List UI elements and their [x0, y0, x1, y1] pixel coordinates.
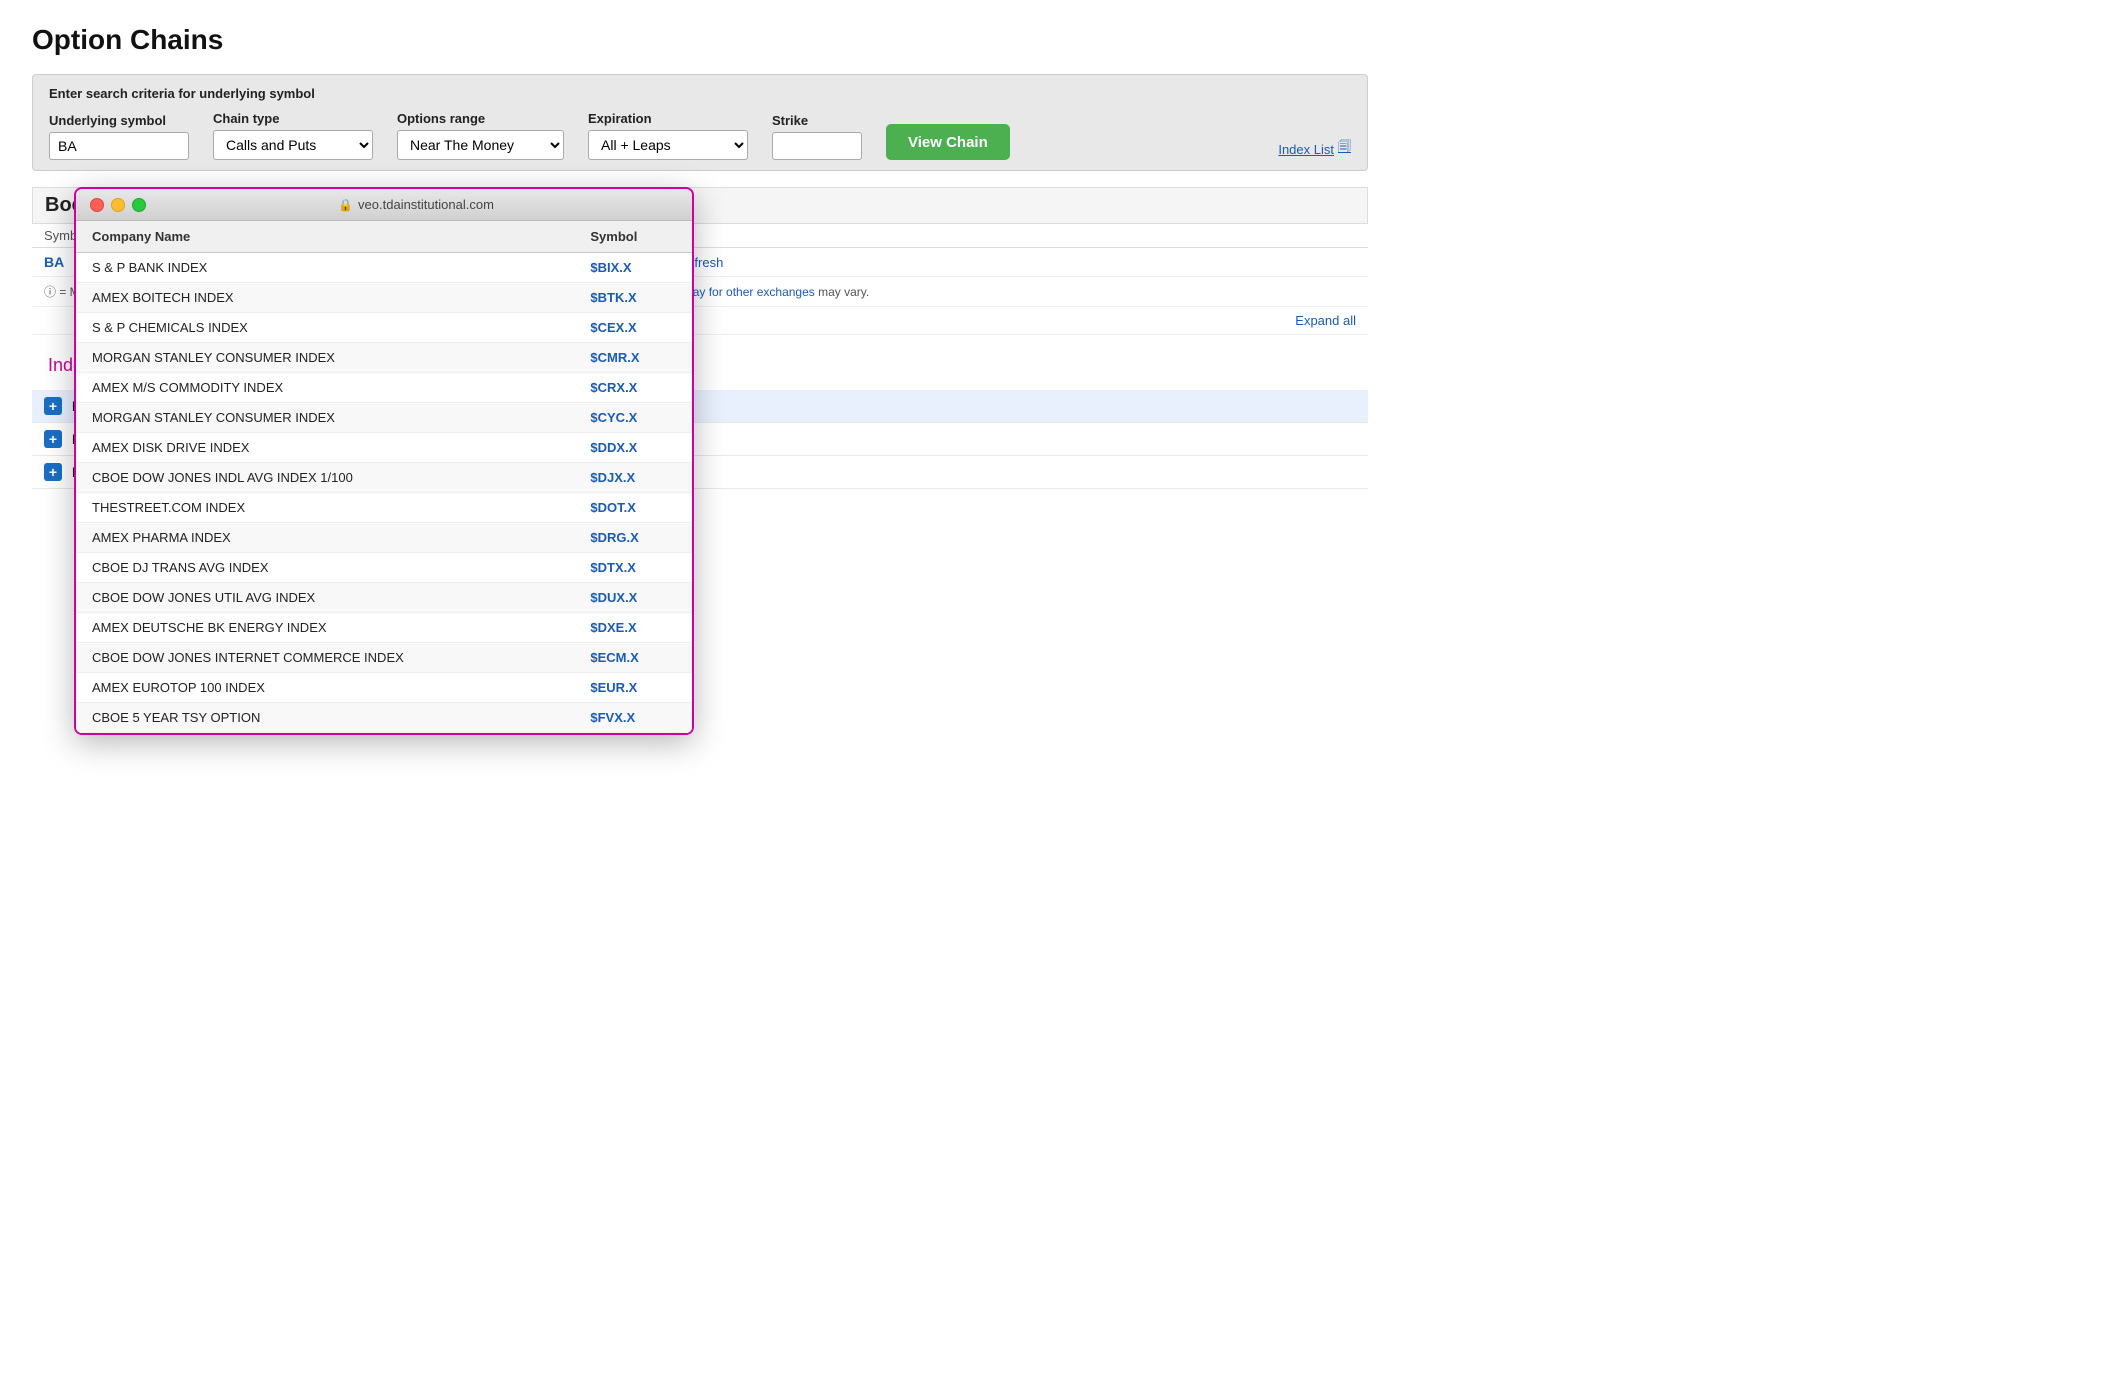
popup-table: Company Name Symbol S & P BANK INDEX$BIX… — [76, 221, 692, 733]
popup-table-row: S & P CHEMICALS INDEX$CEX.X — [76, 313, 692, 343]
popup-col-company: Company Name — [76, 221, 574, 253]
index-list-link-text: Index List — [1278, 142, 1334, 157]
popup-company-cell: CBOE DOW JONES UTIL AVG INDEX — [76, 583, 574, 613]
popup-symbol-cell[interactable]: $DDX.X — [574, 433, 692, 463]
popup-traffic-lights — [90, 198, 146, 212]
popup-table-row: AMEX PHARMA INDEX$DRG.X — [76, 523, 692, 553]
chain-type-group: Chain type Calls and Puts Calls Only Put… — [213, 111, 373, 160]
underlying-symbol-input[interactable] — [49, 132, 189, 160]
search-bar-label: Enter search criteria for underlying sym… — [49, 86, 315, 101]
expiration-select[interactable]: All + Leaps All Monthly Weekly — [588, 130, 748, 160]
popup-symbol-cell[interactable]: $ECM.X — [574, 643, 692, 673]
popup-url: veo.tdainstitutional.com — [358, 197, 494, 212]
chain-type-label: Chain type — [213, 111, 373, 126]
popup-symbol-cell[interactable]: $CMR.X — [574, 343, 692, 373]
notice-suffix: may vary. — [818, 285, 869, 299]
popup-table-row: CBOE DOW JONES INTERNET COMMERCE INDEX$E… — [76, 643, 692, 673]
popup-table-row: S & P BANK INDEX$BIX.X — [76, 253, 692, 283]
options-range-select[interactable]: Near The Money All In The Money Out of T… — [397, 130, 564, 160]
lock-icon: 🔒 — [338, 198, 353, 212]
popup-symbol-cell[interactable]: $BIX.X — [574, 253, 692, 283]
popup-company-cell: AMEX DISK DRIVE INDEX — [76, 433, 574, 463]
maximize-button[interactable] — [132, 198, 146, 212]
popup-symbol-cell[interactable]: $DJX.X — [574, 463, 692, 493]
strike-label: Strike — [772, 113, 862, 128]
popup-symbol-cell[interactable]: $CYC.X — [574, 403, 692, 433]
expand-all-text: Expand all — [1295, 313, 1356, 328]
close-button[interactable] — [90, 198, 104, 212]
popup-symbol-cell[interactable]: $DUX.X — [574, 583, 692, 613]
popup-table-row: AMEX BOITECH INDEX$BTK.X — [76, 283, 692, 313]
chain-type-select[interactable]: Calls and Puts Calls Only Puts Only — [213, 130, 373, 160]
popup-table-row: AMEX M/S COMMODITY INDEX$CRX.X — [76, 373, 692, 403]
popup-table-row: THESTREET.COM INDEX$DOT.X — [76, 493, 692, 523]
page-title: Option Chains — [32, 24, 1368, 56]
popup-title: 🔒 veo.tdainstitutional.com — [154, 197, 678, 212]
expiry-expand-icon[interactable]: + — [44, 397, 62, 415]
popup-table-row: AMEX DEUTSCHE BK ENERGY INDEX$DXE.X — [76, 613, 692, 643]
index-list-popup: 🔒 veo.tdainstitutional.com Company Name … — [74, 187, 694, 735]
popup-company-cell: AMEX EUROTOP 100 INDEX — [76, 673, 574, 703]
popup-symbol-cell[interactable]: $DOT.X — [574, 493, 692, 523]
form-row: Underlying symbol Chain type Calls and P… — [49, 111, 1351, 160]
options-range-group: Options range Near The Money All In The … — [397, 111, 564, 160]
popup-symbol-cell[interactable]: $DTX.X — [574, 553, 692, 583]
popup-company-cell: S & P BANK INDEX — [76, 253, 574, 283]
underlying-symbol-label: Underlying symbol — [49, 113, 189, 128]
popup-company-cell: AMEX BOITECH INDEX — [76, 283, 574, 313]
popup-company-cell: CBOE DJ TRANS AVG INDEX — [76, 553, 574, 583]
stock-symbol-link[interactable]: BA — [44, 254, 64, 270]
view-chain-button[interactable]: View Chain — [886, 124, 1010, 160]
popup-table-header: Company Name Symbol — [76, 221, 692, 253]
popup-table-row: MORGAN STANLEY CONSUMER INDEX$CYC.X — [76, 403, 692, 433]
options-range-label: Options range — [397, 111, 564, 126]
popup-symbol-cell[interactable]: $CRX.X — [574, 373, 692, 403]
popup-company-cell: CBOE 5 YEAR TSY OPTION — [76, 703, 574, 733]
popup-symbol-cell[interactable]: $BTK.X — [574, 283, 692, 313]
index-list-link[interactable]: Index List 🗐 — [1278, 138, 1351, 160]
popup-symbol-cell[interactable]: $CEX.X — [574, 313, 692, 343]
main-content: Boe Symbol Last Change Bid Ask High Low … — [32, 187, 1368, 489]
expiry-expand-icon[interactable]: + — [44, 430, 62, 448]
popup-body[interactable]: Company Name Symbol S & P BANK INDEX$BIX… — [76, 221, 692, 733]
popup-table-row: CBOE DOW JONES UTIL AVG INDEX$DUX.X — [76, 583, 692, 613]
popup-company-cell: MORGAN STANLEY CONSUMER INDEX — [76, 403, 574, 433]
popup-company-cell: CBOE DOW JONES INTERNET COMMERCE INDEX — [76, 643, 574, 673]
popup-company-cell: MORGAN STANLEY CONSUMER INDEX — [76, 343, 574, 373]
popup-table-row: CBOE DOW JONES INDL AVG INDEX 1/100$DJX.… — [76, 463, 692, 493]
underlying-symbol-group: Underlying symbol — [49, 113, 189, 160]
expiration-group: Expiration All + Leaps All Monthly Weekl… — [588, 111, 748, 160]
popup-table-row: AMEX DISK DRIVE INDEX$DDX.X — [76, 433, 692, 463]
popup-company-cell: THESTREET.COM INDEX — [76, 493, 574, 523]
popup-table-row: MORGAN STANLEY CONSUMER INDEX$CMR.X — [76, 343, 692, 373]
popup-company-cell: AMEX DEUTSCHE BK ENERGY INDEX — [76, 613, 574, 643]
expiry-expand-icon[interactable]: + — [44, 463, 62, 481]
strike-input[interactable] — [772, 132, 862, 160]
popup-titlebar: 🔒 veo.tdainstitutional.com — [76, 189, 692, 221]
index-list-icon: 🗐 — [1338, 138, 1351, 160]
delay-link[interactable]: delay for other exchanges — [677, 285, 815, 299]
popup-table-row: CBOE DJ TRANS AVG INDEX$DTX.X — [76, 553, 692, 583]
popup-symbol-cell[interactable]: $DXE.X — [574, 613, 692, 643]
popup-table-row: CBOE 5 YEAR TSY OPTION$FVX.X — [76, 703, 692, 733]
popup-table-row: AMEX EUROTOP 100 INDEX$EUR.X — [76, 673, 692, 703]
popup-company-cell: S & P CHEMICALS INDEX — [76, 313, 574, 343]
popup-symbol-cell[interactable]: $DRG.X — [574, 523, 692, 553]
expiration-label: Expiration — [588, 111, 748, 126]
popup-col-symbol: Symbol — [574, 221, 692, 253]
search-bar: Enter search criteria for underlying sym… — [32, 74, 1368, 171]
popup-symbol-cell[interactable]: $EUR.X — [574, 673, 692, 703]
popup-company-cell: AMEX M/S COMMODITY INDEX — [76, 373, 574, 403]
popup-symbol-cell[interactable]: $FVX.X — [574, 703, 692, 733]
popup-company-cell: CBOE DOW JONES INDL AVG INDEX 1/100 — [76, 463, 574, 493]
popup-company-cell: AMEX PHARMA INDEX — [76, 523, 574, 553]
strike-group: Strike — [772, 113, 862, 160]
minimize-button[interactable] — [111, 198, 125, 212]
